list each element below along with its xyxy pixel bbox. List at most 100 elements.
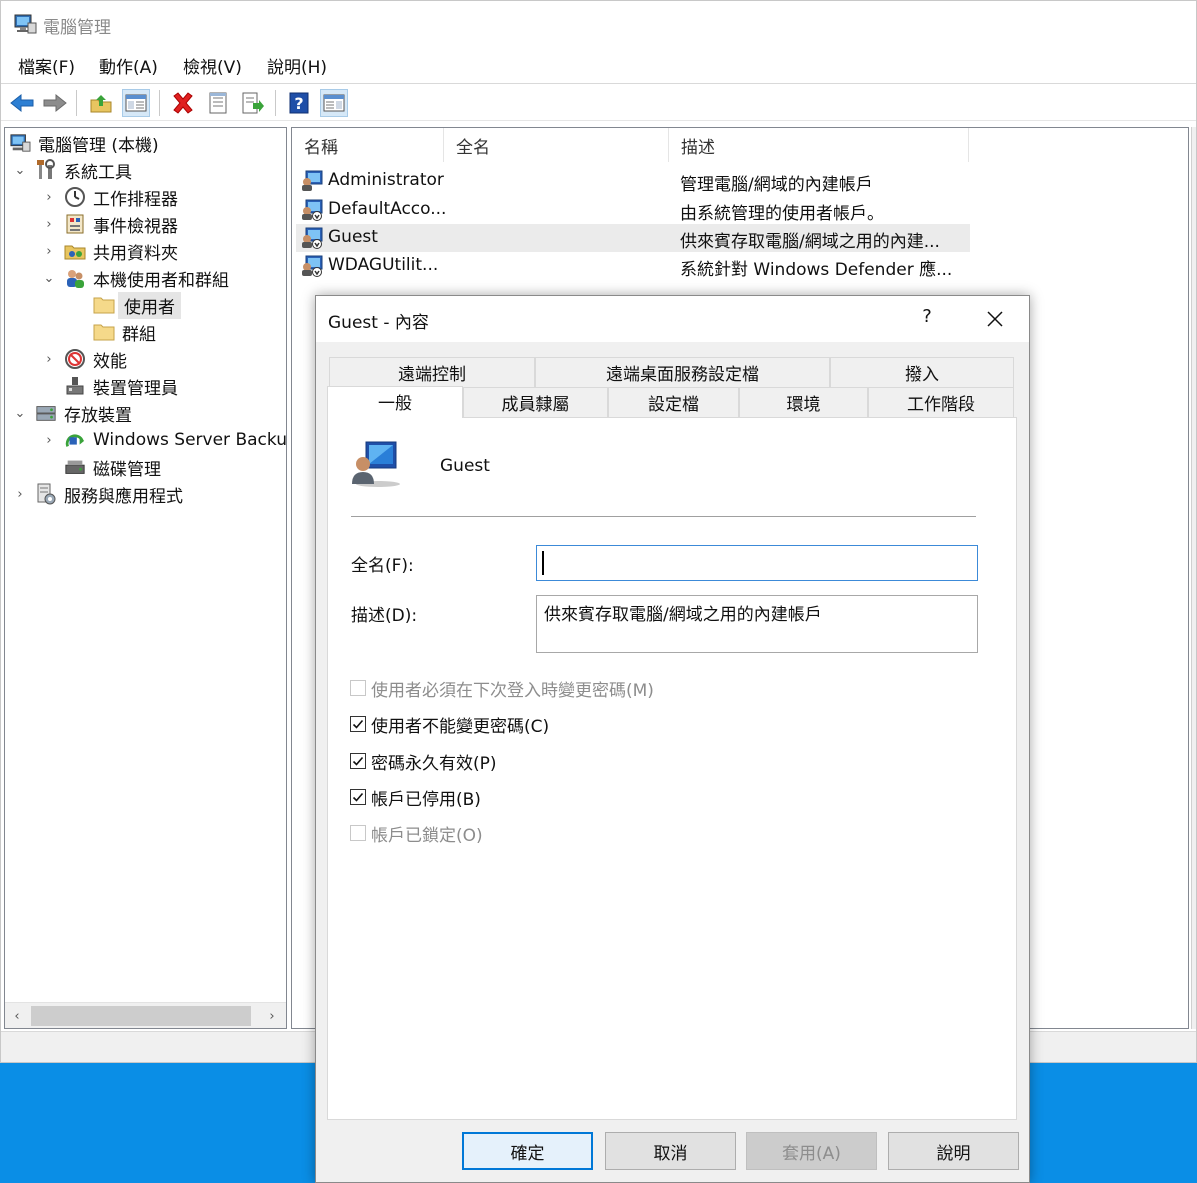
system-tools-icon bbox=[37, 159, 55, 179]
services-icon bbox=[37, 483, 56, 505]
scroll-right-icon[interactable]: › bbox=[262, 1006, 282, 1026]
tree-item-device-manager[interactable]: 裝置管理員 bbox=[42, 373, 178, 399]
delete-icon bbox=[173, 92, 193, 114]
export-list-button[interactable] bbox=[239, 89, 267, 117]
expand-chevron-icon[interactable]: › bbox=[42, 244, 56, 259]
help-dialog-button[interactable]: 說明 bbox=[888, 1132, 1019, 1170]
tab-general[interactable]: 一般 bbox=[327, 386, 463, 418]
dialog-close-button[interactable] bbox=[980, 304, 1010, 334]
up-folder-icon bbox=[90, 95, 112, 113]
list-item[interactable]: Administrator 管理電腦/網域的內建帳戶 bbox=[296, 167, 970, 195]
tree-item-label: 存放裝置 bbox=[64, 405, 132, 426]
toolbar-separator bbox=[159, 90, 160, 116]
menu-bar: 檔案(F) 動作(A) 檢視(V) 說明(H) bbox=[1, 49, 1196, 81]
column-header-fullname[interactable]: 全名 bbox=[444, 128, 669, 162]
back-arrow-icon bbox=[10, 93, 34, 113]
menu-help[interactable]: 說明(H) bbox=[267, 53, 327, 78]
expand-chevron-icon[interactable]: › bbox=[13, 487, 27, 502]
tab-dial-in[interactable]: 撥入 bbox=[830, 357, 1014, 387]
tree-item-groups[interactable]: 群組 bbox=[71, 319, 156, 345]
tree-item-label: 效能 bbox=[93, 351, 127, 372]
cancel-button[interactable]: 取消 bbox=[605, 1132, 736, 1170]
export-list-icon bbox=[242, 92, 264, 114]
tree-item-label: 系統工具 bbox=[64, 162, 132, 183]
checkbox-account-locked[interactable]: 帳戶已鎖定(O) bbox=[350, 820, 483, 846]
checkbox-password-never-expires[interactable]: 密碼永久有效(P) bbox=[350, 748, 497, 774]
tab-remote-desktop-profile[interactable]: 遠端桌面服務設定檔 bbox=[535, 357, 830, 387]
expand-chevron-icon[interactable]: ⌄ bbox=[13, 406, 27, 421]
show-hide-console-tree-button[interactable] bbox=[122, 89, 150, 117]
tree-item-local-users-groups[interactable]: ⌄ 本機使用者和群組 bbox=[42, 265, 229, 291]
tree-item-label: 工作排程器 bbox=[93, 189, 178, 210]
expand-chevron-icon[interactable]: › bbox=[42, 217, 56, 232]
help-button[interactable]: ? bbox=[285, 89, 313, 117]
up-one-level-button[interactable] bbox=[87, 89, 115, 117]
expand-chevron-icon[interactable]: › bbox=[42, 352, 56, 367]
tree-item-storage[interactable]: ⌄ 存放裝置 bbox=[13, 400, 132, 426]
disabled-user-icon bbox=[302, 199, 323, 221]
tree-item-task-scheduler[interactable]: › 工作排程器 bbox=[42, 184, 178, 210]
checkbox-cannot-change-password[interactable]: 使用者不能變更密碼(C) bbox=[350, 711, 549, 737]
dialog-title: Guest - 內容 bbox=[328, 313, 429, 333]
checkbox-unchecked-icon[interactable] bbox=[350, 825, 366, 841]
user-description: 管理電腦/網域的內建帳戶 bbox=[680, 175, 873, 195]
tab-member-of[interactable]: 成員隸屬 bbox=[463, 387, 608, 417]
expand-chevron-icon[interactable]: › bbox=[42, 190, 56, 205]
checkbox-checked-icon[interactable] bbox=[350, 789, 366, 805]
show-hide-action-pane-button[interactable] bbox=[320, 89, 348, 117]
scrollbar-thumb[interactable] bbox=[31, 1006, 251, 1026]
tree-item-shared-folders[interactable]: › 共用資料夾 bbox=[42, 238, 178, 264]
tree-item-computer-management[interactable]: 電腦管理 (本機) bbox=[9, 130, 159, 156]
description-input[interactable]: 供來賓存取電腦/網域之用的內建帳戶 bbox=[536, 595, 978, 653]
tree-item-label: 群組 bbox=[122, 324, 156, 345]
guest-properties-dialog: Guest - 內容 ? 遠端控制 遠端桌面服務設定檔 撥入 一般 成員隸屬 設… bbox=[315, 295, 1030, 1183]
column-header-description[interactable]: 描述 bbox=[669, 128, 969, 162]
user-name: Guest bbox=[328, 227, 378, 247]
expand-chevron-icon[interactable]: ⌄ bbox=[13, 163, 27, 178]
tree-item-label: 電腦管理 (本機) bbox=[38, 135, 159, 156]
apply-button[interactable]: 套用(A) bbox=[746, 1132, 877, 1170]
delete-button[interactable] bbox=[169, 89, 197, 117]
list-item[interactable]: WDAGUtilit... 系統針對 Windows Defender 應... bbox=[296, 252, 970, 280]
ok-button[interactable]: 確定 bbox=[462, 1132, 593, 1170]
tab-environment[interactable]: 環境 bbox=[739, 387, 868, 417]
properties-button[interactable] bbox=[204, 89, 232, 117]
back-button[interactable] bbox=[8, 89, 36, 117]
fullname-input[interactable] bbox=[536, 545, 978, 581]
column-header-name[interactable]: 名稱 bbox=[292, 128, 444, 162]
tab-remote-control[interactable]: 遠端控制 bbox=[329, 357, 535, 387]
menu-file[interactable]: 檔案(F) bbox=[18, 53, 75, 78]
scroll-left-icon[interactable]: ‹ bbox=[7, 1006, 27, 1026]
checkbox-checked-icon[interactable] bbox=[350, 716, 366, 732]
tree-item-disk-management[interactable]: 磁碟管理 bbox=[42, 454, 161, 480]
tree-horizontal-scrollbar[interactable]: ‹ › bbox=[5, 1002, 286, 1028]
tab-profile[interactable]: 設定檔 bbox=[608, 387, 739, 417]
tree-item-windows-server-backup[interactable]: › Windows Server Backup bbox=[42, 427, 286, 453]
list-item[interactable]: Guest 供來賓存取電腦/網域之用的內建... bbox=[296, 224, 970, 252]
toolbar-separator bbox=[275, 90, 276, 116]
checkbox-label: 使用者不能變更密碼(C) bbox=[371, 716, 550, 737]
tree-item-event-viewer[interactable]: › 事件檢視器 bbox=[42, 211, 178, 237]
dialog-help-button[interactable]: ? bbox=[912, 306, 942, 332]
forward-arrow-icon bbox=[43, 93, 67, 113]
checkbox-account-disabled[interactable]: 帳戶已停用(B) bbox=[350, 784, 481, 810]
window-title: 電腦管理 bbox=[43, 18, 111, 38]
tree-item-system-tools[interactable]: ⌄ 系統工具 bbox=[13, 157, 132, 183]
checkbox-checked-icon[interactable] bbox=[350, 753, 366, 769]
forward-button[interactable] bbox=[41, 89, 69, 117]
tree-item-label: 共用資料夾 bbox=[93, 243, 178, 264]
tree-item-label: 磁碟管理 bbox=[93, 459, 161, 480]
list-item[interactable]: DefaultAcco... 由系統管理的使用者帳戶。 bbox=[296, 196, 970, 224]
checkbox-unchecked-icon[interactable] bbox=[350, 680, 366, 696]
expand-chevron-icon[interactable]: ⌄ bbox=[42, 271, 56, 286]
tree-item-services-applications[interactable]: › 服務與應用程式 bbox=[13, 481, 183, 507]
menu-view[interactable]: 檢視(V) bbox=[183, 53, 242, 78]
tree-item-performance[interactable]: › 效能 bbox=[42, 346, 127, 372]
user-name: DefaultAcco... bbox=[328, 199, 446, 219]
tab-sessions[interactable]: 工作階段 bbox=[868, 387, 1014, 417]
menu-action[interactable]: 動作(A) bbox=[99, 53, 158, 78]
computer-management-icon bbox=[10, 134, 31, 152]
expand-chevron-icon[interactable]: › bbox=[42, 433, 56, 448]
tree-item-users[interactable]: 使用者 bbox=[71, 291, 181, 319]
checkbox-must-change-password[interactable]: 使用者必須在下次登入時變更密碼(M) bbox=[350, 675, 654, 701]
